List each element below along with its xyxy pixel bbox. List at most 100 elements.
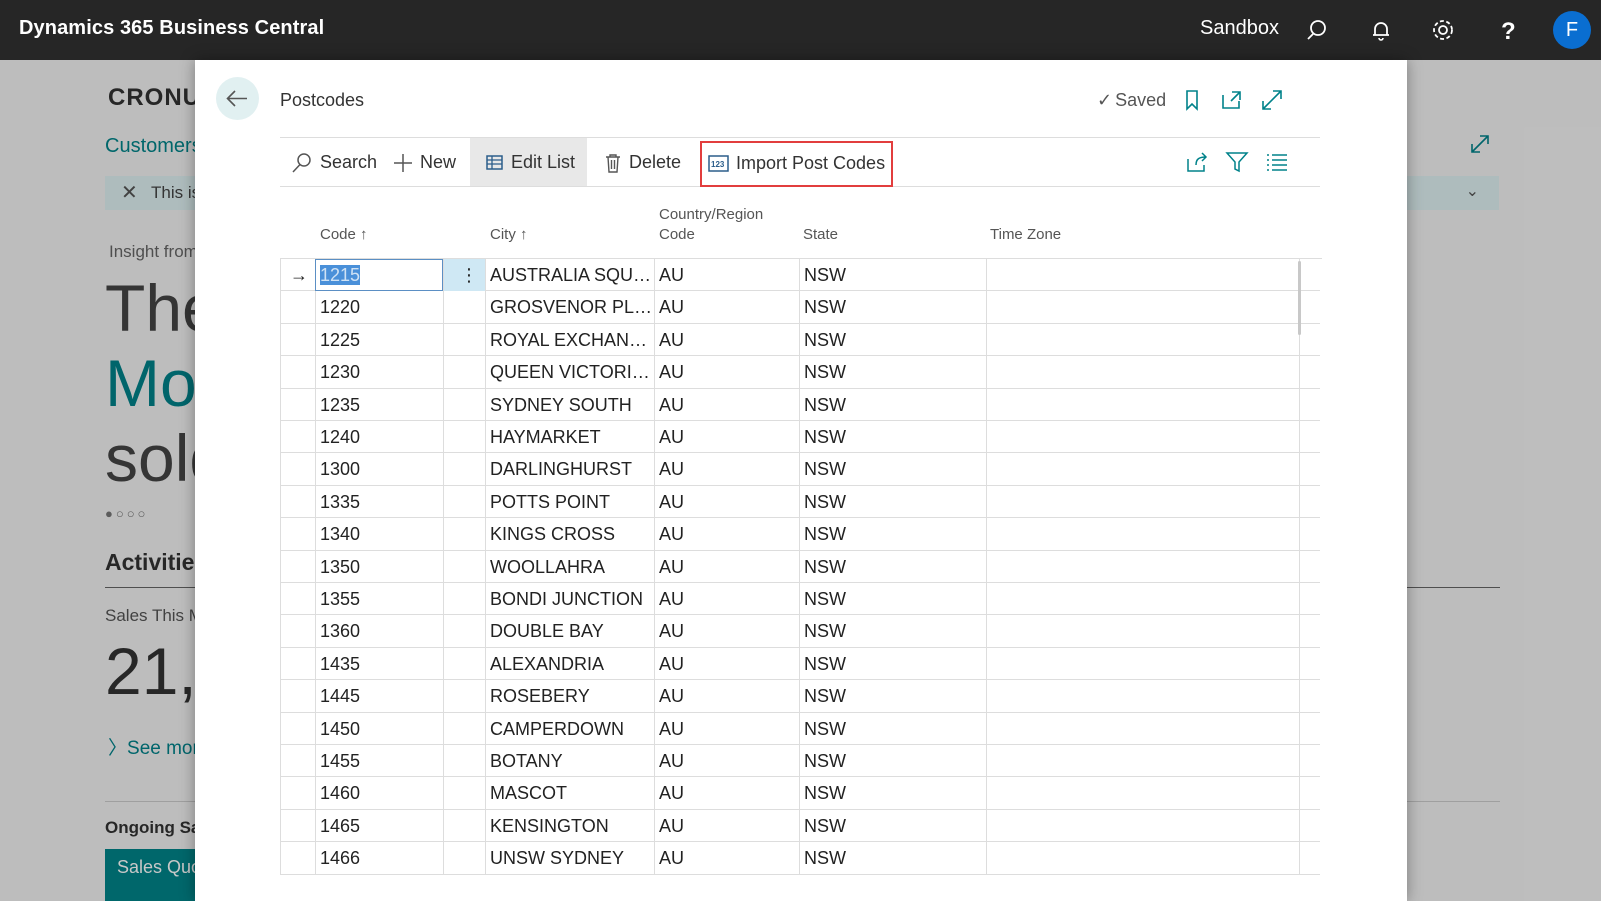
table-row[interactable]: 1300 DARLINGHURST AU NSW: [280, 453, 1320, 486]
code-cell[interactable]: 1445: [315, 680, 443, 713]
city-cell[interactable]: ALEXANDRIA: [485, 647, 654, 680]
row-menu-cell[interactable]: [443, 485, 485, 518]
time-zone-cell[interactable]: [986, 583, 1300, 615]
row-menu-cell[interactable]: [443, 745, 485, 777]
time-zone-cell[interactable]: [986, 809, 1300, 842]
state-cell[interactable]: NSW: [799, 745, 986, 777]
table-row[interactable]: 1235 SYDNEY SOUTH AU NSW: [280, 388, 1320, 421]
code-cell[interactable]: 1215: [315, 259, 443, 291]
time-zone-cell[interactable]: [986, 842, 1300, 875]
state-cell[interactable]: NSW: [799, 809, 986, 842]
code-cell[interactable]: 1335: [315, 485, 443, 518]
code-cell[interactable]: 1350: [315, 550, 443, 583]
country-cell[interactable]: AU: [654, 777, 799, 810]
country-cell[interactable]: AU: [654, 323, 799, 356]
time-zone-cell[interactable]: [986, 712, 1300, 745]
app-title[interactable]: Dynamics 365 Business Central: [19, 17, 324, 40]
code-cell[interactable]: 1360: [315, 615, 443, 648]
country-cell[interactable]: AU: [654, 842, 799, 875]
open-new-window-icon[interactable]: [1219, 87, 1245, 113]
table-row[interactable]: 1240 HAYMARKET AU NSW: [280, 421, 1320, 454]
city-cell[interactable]: ROYAL EXCHANGE: [485, 323, 654, 356]
country-cell[interactable]: AU: [654, 291, 799, 324]
country-cell[interactable]: AU: [654, 745, 799, 777]
avatar[interactable]: F: [1553, 11, 1591, 49]
code-cell[interactable]: 1220: [315, 291, 443, 324]
city-cell[interactable]: BOTANY: [485, 745, 654, 777]
code-cell[interactable]: 1466: [315, 842, 443, 875]
table-row[interactable]: 1460 MASCOT AU NSW: [280, 777, 1320, 810]
city-cell[interactable]: DARLINGHURST: [485, 453, 654, 486]
row-menu-cell[interactable]: [443, 421, 485, 453]
row-menu-cell[interactable]: [443, 712, 485, 745]
city-cell[interactable]: KENSINGTON: [485, 809, 654, 842]
table-row[interactable]: 1340 KINGS CROSS AU NSW: [280, 518, 1320, 551]
code-cell[interactable]: 1230: [315, 356, 443, 389]
code-cell[interactable]: 1435: [315, 647, 443, 680]
city-cell[interactable]: GROSVENOR PLACE: [485, 291, 654, 324]
time-zone-cell[interactable]: [986, 388, 1300, 421]
table-row[interactable]: 1225 ROYAL EXCHANGE AU NSW: [280, 323, 1320, 357]
country-cell[interactable]: AU: [654, 550, 799, 583]
code-cell[interactable]: 1450: [315, 712, 443, 745]
country-cell[interactable]: AU: [654, 388, 799, 421]
state-cell[interactable]: NSW: [799, 291, 986, 324]
city-cell[interactable]: SYDNEY SOUTH: [485, 388, 654, 421]
table-row[interactable]: 1350 WOOLLAHRA AU NSW: [280, 550, 1320, 583]
column-header-code[interactable]: Code ↑: [320, 225, 368, 245]
time-zone-cell[interactable]: [986, 291, 1300, 324]
table-row[interactable]: 1435 ALEXANDRIA AU NSW: [280, 647, 1320, 681]
country-cell[interactable]: AU: [654, 680, 799, 713]
state-cell[interactable]: NSW: [799, 550, 986, 583]
city-cell[interactable]: QUEEN VICTORIA B...: [485, 356, 654, 389]
state-cell[interactable]: NSW: [799, 680, 986, 713]
more-options-icon[interactable]: ⋮: [448, 265, 478, 285]
state-cell[interactable]: NSW: [799, 583, 986, 615]
country-cell[interactable]: AU: [654, 356, 799, 389]
table-row[interactable]: 1466 UNSW SYDNEY AU NSW: [280, 842, 1320, 875]
time-zone-cell[interactable]: [986, 323, 1300, 356]
state-cell[interactable]: NSW: [799, 518, 986, 551]
table-row[interactable]: 1355 BONDI JUNCTION AU NSW: [280, 583, 1320, 616]
country-cell[interactable]: AU: [654, 518, 799, 551]
code-cell[interactable]: 1300: [315, 453, 443, 486]
table-row[interactable]: 1230 QUEEN VICTORIA B...AUNSW: [280, 356, 1320, 389]
row-menu-cell[interactable]: [443, 809, 485, 842]
list-view-icon[interactable]: [1264, 149, 1290, 175]
state-cell[interactable]: NSW: [799, 842, 986, 875]
column-header-state[interactable]: State: [803, 225, 838, 245]
search-button[interactable]: Search: [290, 138, 377, 186]
city-cell[interactable]: MASCOT: [485, 777, 654, 810]
city-cell[interactable]: AUSTRALIA SQUARE: [485, 259, 654, 291]
row-menu-cell[interactable]: [443, 453, 485, 486]
country-cell[interactable]: AU: [654, 712, 799, 745]
code-cell[interactable]: 1235: [315, 388, 443, 421]
state-cell[interactable]: NSW: [799, 647, 986, 680]
row-menu-cell[interactable]: [443, 680, 485, 713]
code-cell[interactable]: 1240: [315, 421, 443, 453]
time-zone-cell[interactable]: [986, 550, 1300, 583]
search-icon[interactable]: [1305, 16, 1333, 44]
time-zone-cell[interactable]: [986, 615, 1300, 648]
time-zone-cell[interactable]: [986, 518, 1300, 551]
city-cell[interactable]: UNSW SYDNEY: [485, 842, 654, 875]
edit-list-button[interactable]: Edit List: [470, 138, 587, 186]
row-menu-cell[interactable]: [443, 550, 485, 583]
time-zone-cell[interactable]: [986, 421, 1300, 453]
state-cell[interactable]: NSW: [799, 259, 986, 291]
table-row[interactable]: 1455 BOTANY AU NSW: [280, 745, 1320, 778]
vertical-scrollbar[interactable]: [1298, 261, 1301, 335]
gear-icon[interactable]: [1429, 16, 1457, 44]
import-post-codes-button[interactable]: 123 Import Post Codes: [700, 141, 894, 187]
row-menu-cell[interactable]: [443, 291, 485, 324]
column-header-time-zone[interactable]: Time Zone: [990, 225, 1061, 245]
row-menu-cell[interactable]: ⋮: [443, 259, 485, 291]
country-cell[interactable]: AU: [654, 809, 799, 842]
time-zone-cell[interactable]: [986, 453, 1300, 486]
city-cell[interactable]: HAYMARKET: [485, 421, 654, 453]
state-cell[interactable]: NSW: [799, 485, 986, 518]
country-cell[interactable]: AU: [654, 485, 799, 518]
city-cell[interactable]: BONDI JUNCTION: [485, 583, 654, 615]
state-cell[interactable]: NSW: [799, 388, 986, 421]
table-row[interactable]: 1335 POTTS POINT AU NSW: [280, 485, 1320, 519]
